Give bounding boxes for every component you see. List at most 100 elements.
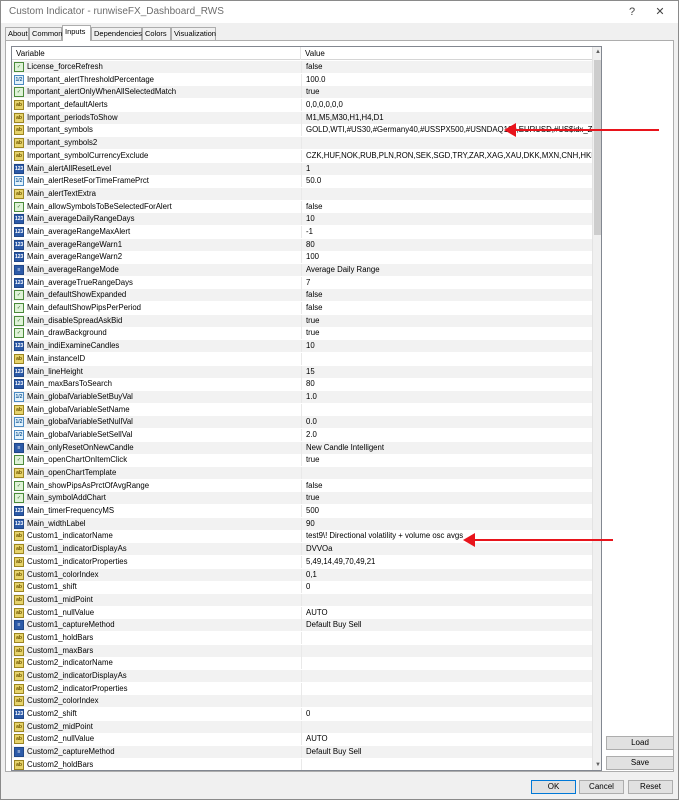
variable-cell[interactable]: ≡ Main_onlyResetOnNewCandle [12, 441, 301, 454]
variable-cell[interactable]: ab Custom2_midPoint [12, 720, 301, 733]
value-cell[interactable]: 100.0 [301, 73, 592, 86]
variable-cell[interactable]: ✓ Main_defaultShowExpanded [12, 289, 301, 302]
value-cell[interactable]: 0.0 [301, 416, 592, 429]
table-row[interactable]: 123 Main_indiExamineCandles 10 [12, 340, 592, 353]
column-header-variable[interactable]: Variable [12, 47, 301, 60]
value-cell[interactable]: 5,49,14,49,70,49,21 [301, 555, 592, 568]
table-row[interactable]: 123 Main_averageRangeWarn1 80 [12, 238, 592, 252]
variable-cell[interactable]: 123 Main_indiExamineCandles [12, 340, 301, 353]
value-cell[interactable]: 90 [301, 517, 592, 530]
table-row[interactable]: ✓ Main_showPipsAsPrctOfAvgRange false [12, 479, 592, 493]
variable-cell[interactable]: ab Custom2_indicatorProperties [12, 683, 301, 695]
variable-cell[interactable]: 123 Main_averageRangeMaxAlert [12, 226, 301, 238]
value-cell[interactable] [301, 593, 592, 606]
table-row[interactable]: ab Custom2_indicatorDisplayAs [12, 670, 592, 683]
variable-cell[interactable]: ≡ Main_averageRangeMode [12, 264, 301, 276]
table-row[interactable]: ab Important_defaultAlerts 0,0,0,0,0,0 [12, 99, 592, 112]
value-cell[interactable] [301, 720, 592, 733]
table-row[interactable]: 123 Main_averageDailyRangeDays 10 [12, 213, 592, 226]
variable-cell[interactable]: ab Important_symbols2 [12, 137, 301, 150]
table-row[interactable]: ✓ License_forceRefresh false [12, 61, 592, 74]
value-cell[interactable]: 1 [301, 162, 592, 175]
help-icon[interactable]: ? [619, 3, 645, 21]
save-button[interactable]: Save [606, 756, 674, 770]
variable-cell[interactable]: 123 Custom2_shift [12, 708, 301, 720]
variable-cell[interactable]: ✓ Main_defaultShowPipsPerPeriod [12, 302, 301, 314]
table-row[interactable]: ab Custom1_indicatorProperties 5,49,14,49,… [12, 555, 592, 569]
table-row[interactable]: ≡ Custom2_captureMethod Default Buy Sell [12, 746, 592, 759]
table-row[interactable]: ab Custom1_nullValue AUTO [12, 606, 592, 620]
table-row[interactable]: 123 Custom2_shift 0 [12, 708, 592, 721]
value-cell[interactable]: 80 [301, 238, 592, 251]
table-row[interactable]: 123 Main_averageRangeWarn2 100 [12, 251, 592, 264]
value-cell[interactable]: true [301, 454, 592, 467]
cancel-button[interactable]: Cancel [579, 780, 624, 794]
variable-cell[interactable]: 1/2 Main_alertResetForTimeFramePrct [12, 175, 301, 187]
value-cell[interactable] [301, 695, 592, 708]
value-cell[interactable] [301, 657, 592, 670]
reset-button[interactable]: Reset [628, 780, 673, 794]
close-icon[interactable]: ✕ [647, 3, 673, 21]
table-row[interactable]: ab Custom1_indicatorName test9\! Direction… [12, 530, 592, 544]
table-row[interactable]: 123 Main_alertAllResetLevel 1 [12, 162, 592, 176]
variable-cell[interactable]: ✓ Main_symbolAddChart [12, 492, 301, 505]
table-row[interactable]: ab Custom2_indicatorProperties [12, 682, 592, 696]
variable-cell[interactable]: ab Custom2_indicatorDisplayAs [12, 670, 301, 682]
value-cell[interactable]: Average Daily Range [301, 264, 592, 276]
column-header-value[interactable]: Value [301, 47, 592, 60]
value-cell[interactable]: 10 [301, 340, 592, 353]
value-cell[interactable]: DVVOa [301, 543, 592, 556]
table-row[interactable]: ✓ Main_defaultShowPipsPerPeriod false [12, 302, 592, 315]
variable-cell[interactable]: ✓ Main_disableSpreadAskBid [12, 314, 301, 327]
table-row[interactable]: 123 Main_widthLabel 90 [12, 517, 592, 531]
tab-colors[interactable]: Colors [142, 27, 171, 40]
table-row[interactable]: ✓ Main_openChartOnItemClick true [12, 454, 592, 467]
value-cell[interactable]: 0,0,0,0,0,0 [301, 99, 592, 112]
table-row[interactable]: ab Custom2_indicatorName [12, 657, 592, 670]
value-cell[interactable] [301, 187, 592, 200]
table-row[interactable]: ≡ Custom1_captureMethod Default Buy Sell [12, 619, 592, 632]
variable-cell[interactable]: 123 Main_widthLabel [12, 517, 301, 530]
variable-cell[interactable]: ab Custom1_shift [12, 581, 301, 593]
variable-cell[interactable]: 1/2 Main_globalVariableSetSellVal [12, 429, 301, 441]
value-cell[interactable]: Default Buy Sell [301, 746, 592, 759]
variable-cell[interactable]: 123 Main_lineHeight [12, 365, 301, 378]
table-row[interactable]: ≡ Main_averageRangeMode Average Daily Rang… [12, 264, 592, 277]
table-row[interactable]: ab Custom2_holdBars [12, 758, 592, 770]
variable-cell[interactable]: ab Custom2_nullValue [12, 733, 301, 745]
table-row[interactable]: ab Custom1_maxBars [12, 644, 592, 658]
value-cell[interactable]: 0,1 [301, 568, 592, 581]
value-cell[interactable]: false [301, 302, 592, 315]
table-row[interactable]: 1/2 Main_globalVariableSetSellVal 2.0 [12, 428, 592, 442]
value-cell[interactable] [301, 682, 592, 695]
value-cell[interactable] [301, 644, 592, 657]
variable-cell[interactable]: ✓ Main_allowSymbolsToBeSelectedForAlert [12, 201, 301, 213]
value-cell[interactable]: 10 [301, 213, 592, 226]
value-cell[interactable]: true [301, 327, 592, 340]
variable-cell[interactable]: ab Custom1_indicatorName [12, 530, 301, 542]
tab-dependencies[interactable]: Dependencies [91, 27, 142, 40]
variable-cell[interactable]: 123 Main_averageRangeWarn2 [12, 251, 301, 263]
variable-cell[interactable]: ab Important_defaultAlerts [12, 99, 301, 111]
table-row[interactable]: ≡ Main_onlyResetOnNewCandle New Candle Int… [12, 441, 592, 455]
value-cell[interactable]: true [301, 86, 592, 99]
table-row[interactable]: ab Custom2_midPoint [12, 720, 592, 734]
value-cell[interactable]: Default Buy Sell [301, 619, 592, 632]
value-cell[interactable]: CZK,HUF,NOK,RUB,PLN,RON,SEK,SGD,TRY,ZAR,… [301, 149, 592, 162]
table-row[interactable]: ✓ Important_alertOnlyWhenAllSelectedMatch… [12, 86, 592, 100]
value-cell[interactable] [301, 758, 592, 770]
value-cell[interactable]: 2.0 [301, 428, 592, 441]
value-cell[interactable] [301, 467, 592, 479]
table-row[interactable]: ab Custom1_shift 0 [12, 581, 592, 594]
variable-cell[interactable]: ab Important_symbols [12, 124, 301, 136]
table-row[interactable]: 1/2 Important_alertThresholdPercentage 100… [12, 73, 592, 87]
value-cell[interactable]: 100 [301, 251, 592, 264]
variable-cell[interactable]: ab Important_symbolCurrencyExclude [12, 150, 301, 162]
value-cell[interactable]: false [301, 289, 592, 302]
variable-cell[interactable]: ab Custom2_holdBars [12, 759, 301, 770]
value-cell[interactable] [301, 352, 592, 365]
value-cell[interactable]: 80 [301, 378, 592, 391]
table-row[interactable]: 123 Main_timerFrequencyMS 500 [12, 505, 592, 518]
table-row[interactable]: ab Custom1_holdBars [12, 631, 592, 645]
value-cell[interactable]: 1.0 [301, 390, 592, 403]
